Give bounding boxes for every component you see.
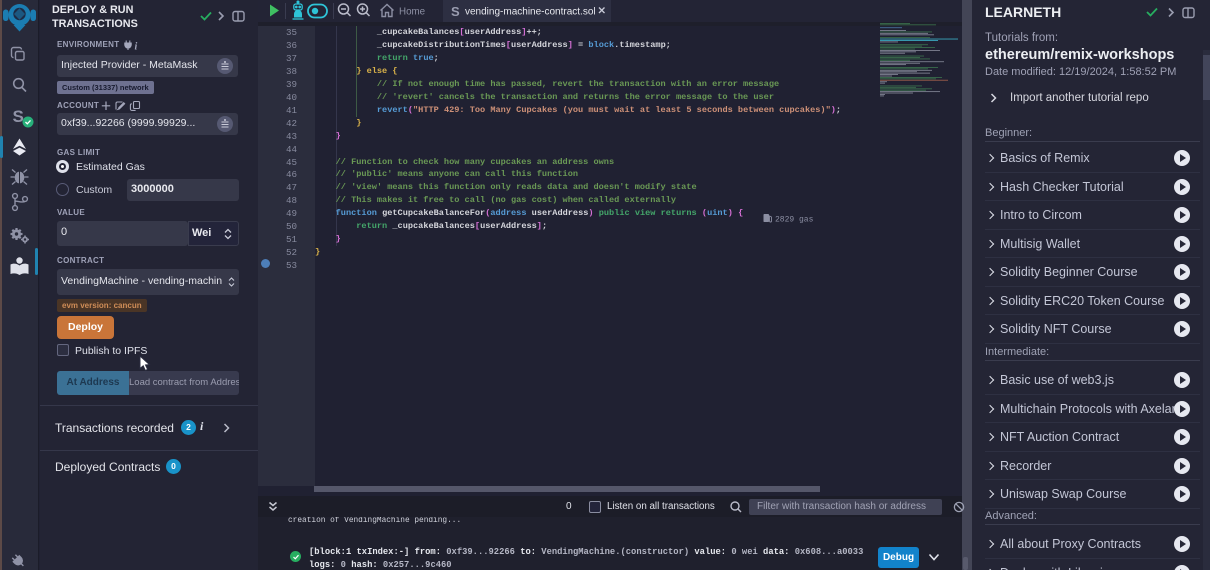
svg-text:2829 gas: 2829 gas: [775, 216, 814, 224]
svg-text:S: S: [451, 4, 460, 19]
svg-text:Home: Home: [399, 7, 426, 18]
svg-text:i: i: [135, 42, 138, 53]
svg-text:vending-machine-contract.sol: vending-machine-contract.sol: [465, 7, 596, 18]
svg-text:S: S: [13, 107, 24, 126]
